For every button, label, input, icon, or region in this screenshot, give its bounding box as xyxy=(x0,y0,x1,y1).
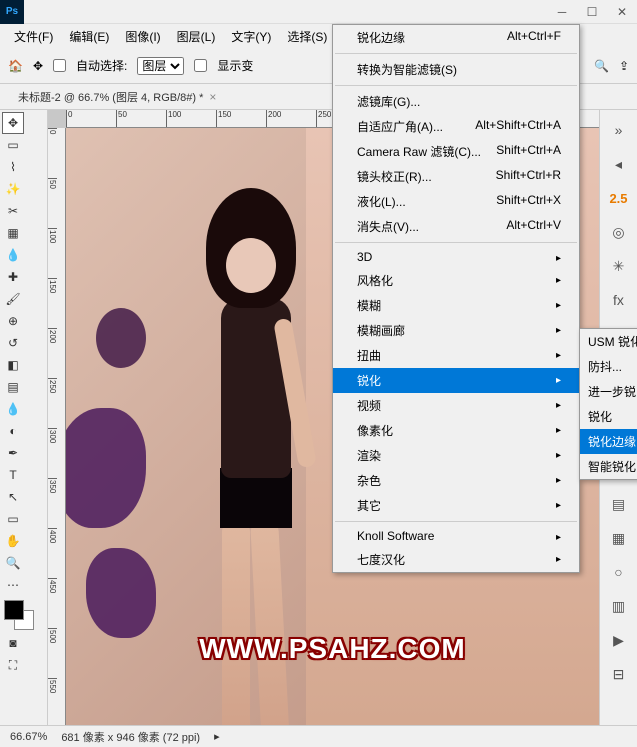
toolbox: ✥ ▭ ⌇ ✨ ✂ ▦ 💧 ✚ 🖌 ⊕ ↺ ◧ ▤ 💧 ◐ ✒ T ↖ ▭ ✋ … xyxy=(0,110,48,725)
screenmode-tool[interactable]: ⛶ xyxy=(2,654,24,676)
path-tool[interactable]: ↖ xyxy=(2,486,24,508)
menu-image[interactable]: 图像(I) xyxy=(117,25,168,48)
menu-layer[interactable]: 图层(L) xyxy=(169,25,224,48)
filter-pixelate[interactable]: 像素化 xyxy=(333,418,579,443)
eraser-tool[interactable]: ◧ xyxy=(2,354,24,376)
sharpen-further[interactable]: 进一步锐 xyxy=(580,379,637,404)
close-button[interactable]: ✕ xyxy=(607,0,637,24)
filter-video[interactable]: 视频 xyxy=(333,393,579,418)
auto-select-label: 自动选择: xyxy=(76,57,127,74)
play-icon[interactable]: ▶ xyxy=(603,624,635,656)
gradient-tool[interactable]: ▤ xyxy=(2,376,24,398)
menu-type[interactable]: 文字(Y) xyxy=(223,25,279,48)
pen-tool[interactable]: ✒ xyxy=(2,442,24,464)
sharpen-shake[interactable]: 防抖... xyxy=(580,354,637,379)
move-tool-icon: ✥ xyxy=(33,59,43,73)
auto-select-target[interactable]: 图层 xyxy=(137,57,184,75)
layers-panel-icon[interactable]: ▤ xyxy=(603,488,635,520)
show-transform-label: 显示变 xyxy=(217,57,253,74)
sharpen-sharpen[interactable]: 锐化 xyxy=(580,404,637,429)
filter-lens[interactable]: 镜头校正(R)...Shift+Ctrl+R xyxy=(333,164,579,189)
app-logo: Ps xyxy=(0,0,24,24)
shape-tool[interactable]: ▭ xyxy=(2,508,24,530)
edit-toolbar[interactable]: ⋯ xyxy=(2,574,24,596)
foreground-color[interactable] xyxy=(4,600,24,620)
dodge-tool[interactable]: ◐ xyxy=(2,420,24,442)
filter-knoll[interactable]: Knoll Software xyxy=(333,525,579,547)
status-menu-icon[interactable]: ▸ xyxy=(214,730,220,743)
filter-blur[interactable]: 模糊 xyxy=(333,293,579,318)
target-icon[interactable]: ◎ xyxy=(603,216,635,248)
watermark: WWW.PSAHZ.COM xyxy=(199,633,466,665)
home-icon[interactable]: 🏠 xyxy=(8,59,23,73)
stamp-tool[interactable]: ⊕ xyxy=(2,310,24,332)
healing-tool[interactable]: ✚ xyxy=(2,266,24,288)
maximize-button[interactable]: ☐ xyxy=(577,0,607,24)
marquee-tool[interactable]: ▭ xyxy=(2,134,24,156)
filter-distort[interactable]: 扭曲 xyxy=(333,343,579,368)
burst-icon[interactable]: ✳ xyxy=(603,250,635,282)
tab-close-icon[interactable]: × xyxy=(209,90,216,104)
blur-tool[interactable]: 💧 xyxy=(2,398,24,420)
filter-sharpen[interactable]: 锐化 xyxy=(333,368,579,393)
filter-stylize[interactable]: 风格化 xyxy=(333,268,579,293)
frame-tool[interactable]: ▦ xyxy=(2,222,24,244)
sharpen-usm[interactable]: USM 锐化 xyxy=(580,329,637,354)
search-icon[interactable]: 🔍 xyxy=(594,59,609,73)
minimize-button[interactable]: ─ xyxy=(547,0,577,24)
move-tool[interactable]: ✥ xyxy=(2,112,24,134)
brush-feather-value[interactable]: 2.5 xyxy=(603,182,635,214)
swatches-icon[interactable]: ▦ xyxy=(603,522,635,554)
share-icon[interactable]: ⇪ xyxy=(619,59,629,73)
sharpen-smart[interactable]: 智能锐化 xyxy=(580,454,637,479)
filter-other[interactable]: 其它 xyxy=(333,493,579,518)
channels-icon[interactable]: ▥ xyxy=(603,590,635,622)
history-brush-tool[interactable]: ↺ xyxy=(2,332,24,354)
fx-icon[interactable]: fx xyxy=(603,284,635,316)
panel-expand-icon[interactable]: ◂ xyxy=(603,148,635,180)
color-swatches[interactable] xyxy=(2,600,42,632)
zoom-tool[interactable]: 🔍 xyxy=(2,552,24,574)
eyedropper-tool[interactable]: 💧 xyxy=(2,244,24,266)
panel-menu-icon[interactable]: » xyxy=(603,114,635,146)
filter-3d[interactable]: 3D xyxy=(333,246,579,268)
menu-file[interactable]: 文件(F) xyxy=(6,25,61,48)
menu-select[interactable]: 选择(S) xyxy=(279,25,335,48)
filter-menu-dropdown: 锐化边缘Alt+Ctrl+F 转换为智能滤镜(S) 滤镜库(G)... 自适应广… xyxy=(332,24,580,573)
auto-select-checkbox[interactable] xyxy=(53,59,66,72)
lasso-tool[interactable]: ⌇ xyxy=(2,156,24,178)
filter-liquify[interactable]: 液化(L)...Shift+Ctrl+X xyxy=(333,189,579,214)
sharpen-edges[interactable]: 锐化边缘 xyxy=(580,429,637,454)
hand-tool[interactable]: ✋ xyxy=(2,530,24,552)
filter-blur-gallery[interactable]: 模糊画廊 xyxy=(333,318,579,343)
menu-edit[interactable]: 编辑(E) xyxy=(61,25,117,48)
filter-noise[interactable]: 杂色 xyxy=(333,468,579,493)
statusbar: 66.67% 681 像素 x 946 像素 (72 ppi) ▸ xyxy=(0,725,637,747)
filter-smart[interactable]: 转换为智能滤镜(S) xyxy=(333,57,579,82)
circle-icon[interactable]: ○ xyxy=(603,556,635,588)
filter-camera[interactable]: Camera Raw 滤镜(C)...Shift+Ctrl+A xyxy=(333,139,579,164)
filter-vanish[interactable]: 消失点(V)...Alt+Ctrl+V xyxy=(333,214,579,239)
filter-last[interactable]: 锐化边缘Alt+Ctrl+F xyxy=(333,25,579,50)
wand-tool[interactable]: ✨ xyxy=(2,178,24,200)
sharpen-submenu: USM 锐化 防抖... 进一步锐 锐化 锐化边缘 智能锐化 xyxy=(579,328,637,480)
options-icon[interactable]: ⊟ xyxy=(603,658,635,690)
show-transform-checkbox[interactable] xyxy=(194,59,207,72)
filter-adaptive[interactable]: 自适应广角(A)...Alt+Shift+Ctrl+A xyxy=(333,114,579,139)
filter-gallery[interactable]: 滤镜库(G)... xyxy=(333,89,579,114)
zoom-level[interactable]: 66.67% xyxy=(10,731,47,743)
document-tab[interactable]: 未标题-2 @ 66.7% (图层 4, RGB/8#) * xyxy=(18,89,203,105)
filter-render[interactable]: 渲染 xyxy=(333,443,579,468)
brush-tool[interactable]: 🖌 xyxy=(2,288,24,310)
filter-qidu[interactable]: 七度汉化 xyxy=(333,547,579,572)
titlebar: Ps ─ ☐ ✕ xyxy=(0,0,637,24)
document-dimensions: 681 像素 x 946 像素 (72 ppi) xyxy=(61,729,200,745)
type-tool[interactable]: T xyxy=(2,464,24,486)
window-controls: ─ ☐ ✕ xyxy=(547,0,637,24)
ruler-vertical[interactable]: 050100150200250300350400450500550 xyxy=(48,128,66,725)
quickmask-tool[interactable]: ◙ xyxy=(2,632,24,654)
crop-tool[interactable]: ✂ xyxy=(2,200,24,222)
